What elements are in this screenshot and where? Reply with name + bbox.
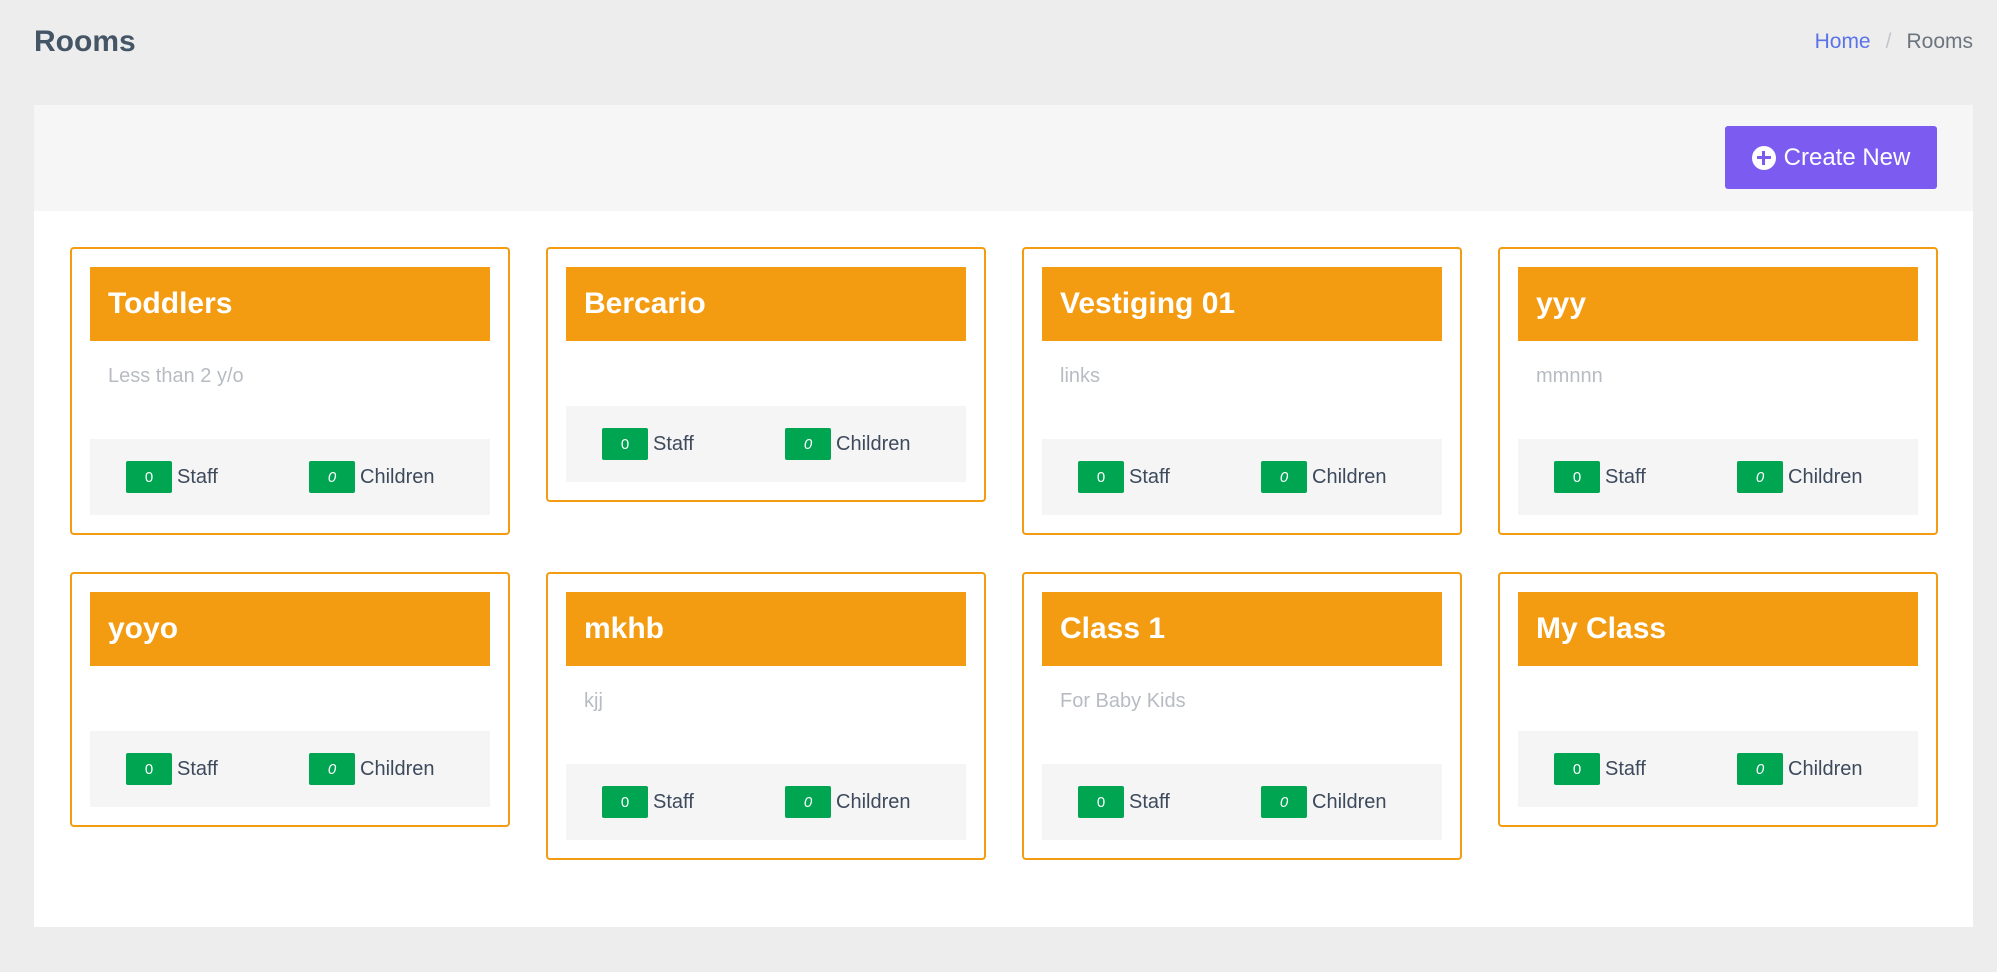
panel-toolbar: Create New	[34, 105, 1973, 211]
room-card[interactable]: Class 1 For Baby Kids 0 Staff 0 Children	[1022, 572, 1462, 860]
room-title[interactable]: My Class	[1518, 592, 1918, 666]
children-label: Children	[1788, 465, 1863, 488]
staff-count-badge: 0	[1554, 753, 1600, 785]
room-description: kjj	[584, 690, 603, 712]
room-grid: Toddlers Less than 2 y/o 0 Staff 0 Child…	[70, 247, 1938, 860]
staff-count-badge: 0	[602, 428, 648, 460]
staff-count-badge: 0	[1554, 461, 1600, 493]
children-label: Children	[836, 790, 911, 813]
children-stat: 0 Children	[785, 786, 910, 818]
room-stats: 0 Staff 0 Children	[90, 439, 490, 515]
children-count-badge: 0	[1261, 461, 1307, 493]
plus-circle-icon	[1751, 145, 1776, 170]
create-new-button[interactable]: Create New	[1725, 126, 1937, 189]
staff-label: Staff	[653, 432, 694, 455]
children-count-badge: 0	[785, 428, 831, 460]
breadcrumb-home-link[interactable]: Home	[1815, 30, 1871, 54]
staff-stat: 0 Staff	[1078, 461, 1261, 493]
children-stat: 0 Children	[1261, 461, 1386, 493]
room-description: Less than 2 y/o	[108, 365, 244, 387]
children-stat: 0 Children	[309, 753, 434, 785]
room-title[interactable]: yoyo	[90, 592, 490, 666]
children-label: Children	[360, 465, 435, 488]
room-card[interactable]: yoyo 0 Staff 0 Children	[70, 572, 510, 827]
rooms-panel: Create New Toddlers Less than 2 y/o 0 St…	[34, 105, 1973, 927]
room-description: links	[1060, 365, 1101, 387]
create-new-label: Create New	[1783, 143, 1911, 171]
room-title[interactable]: mkhb	[566, 592, 966, 666]
children-count-badge: 0	[309, 461, 355, 493]
room-stats: 0 Staff 0 Children	[1518, 731, 1918, 807]
room-stats: 0 Staff 0 Children	[566, 764, 966, 840]
breadcrumb-separator: /	[1885, 30, 1892, 53]
staff-label: Staff	[653, 790, 694, 813]
room-title[interactable]: yyy	[1518, 267, 1918, 341]
room-stats: 0 Staff 0 Children	[566, 406, 966, 482]
staff-count-badge: 0	[126, 753, 172, 785]
staff-label: Staff	[1129, 790, 1170, 813]
children-label: Children	[1788, 757, 1863, 780]
staff-label: Staff	[1129, 465, 1170, 488]
room-card[interactable]: Toddlers Less than 2 y/o 0 Staff 0 Child…	[70, 247, 510, 535]
children-count-badge: 0	[785, 786, 831, 818]
staff-stat: 0 Staff	[602, 428, 785, 460]
children-label: Children	[360, 757, 435, 780]
page-header: Rooms Home / Rooms	[0, 0, 1997, 90]
children-label: Children	[1312, 790, 1387, 813]
room-card[interactable]: My Class 0 Staff 0 Children	[1498, 572, 1938, 827]
staff-count-badge: 0	[1078, 461, 1124, 493]
page-title: Rooms	[34, 25, 136, 58]
staff-label: Staff	[1605, 465, 1646, 488]
room-stats: 0 Staff 0 Children	[90, 731, 490, 807]
staff-stat: 0 Staff	[126, 753, 309, 785]
staff-count-badge: 0	[1078, 786, 1124, 818]
room-title[interactable]: Vestiging 01	[1042, 267, 1442, 341]
staff-label: Staff	[177, 465, 218, 488]
room-card[interactable]: mkhb kjj 0 Staff 0 Children	[546, 572, 986, 860]
children-count-badge: 0	[309, 753, 355, 785]
children-stat: 0 Children	[1737, 461, 1862, 493]
children-count-badge: 0	[1261, 786, 1307, 818]
children-stat: 0 Children	[1737, 753, 1862, 785]
room-stats: 0 Staff 0 Children	[1042, 439, 1442, 515]
children-stat: 0 Children	[1261, 786, 1386, 818]
staff-stat: 0 Staff	[1078, 786, 1261, 818]
room-card[interactable]: Vestiging 01 links 0 Staff 0 Children	[1022, 247, 1462, 535]
staff-stat: 0 Staff	[1554, 461, 1737, 493]
room-title[interactable]: Toddlers	[90, 267, 490, 341]
children-label: Children	[1312, 465, 1387, 488]
children-count-badge: 0	[1737, 753, 1783, 785]
room-description	[566, 341, 966, 406]
room-description: mmnnn	[1536, 365, 1603, 387]
staff-count-badge: 0	[126, 461, 172, 493]
staff-label: Staff	[177, 757, 218, 780]
breadcrumb: Home / Rooms	[1815, 30, 1973, 54]
children-count-badge: 0	[1737, 461, 1783, 493]
room-title[interactable]: Bercario	[566, 267, 966, 341]
staff-stat: 0 Staff	[126, 461, 309, 493]
staff-label: Staff	[1605, 757, 1646, 780]
room-title[interactable]: Class 1	[1042, 592, 1442, 666]
room-description	[1518, 666, 1918, 731]
room-stats: 0 Staff 0 Children	[1042, 764, 1442, 840]
staff-count-badge: 0	[602, 786, 648, 818]
staff-stat: 0 Staff	[602, 786, 785, 818]
children-stat: 0 Children	[785, 428, 910, 460]
staff-stat: 0 Staff	[1554, 753, 1737, 785]
children-label: Children	[836, 432, 911, 455]
room-stats: 0 Staff 0 Children	[1518, 439, 1918, 515]
breadcrumb-current: Rooms	[1906, 30, 1973, 53]
room-card[interactable]: Bercario 0 Staff 0 Children	[546, 247, 986, 502]
room-description: For Baby Kids	[1060, 690, 1186, 712]
children-stat: 0 Children	[309, 461, 434, 493]
room-description	[90, 666, 490, 731]
room-card[interactable]: yyy mmnnn 0 Staff 0 Children	[1498, 247, 1938, 535]
